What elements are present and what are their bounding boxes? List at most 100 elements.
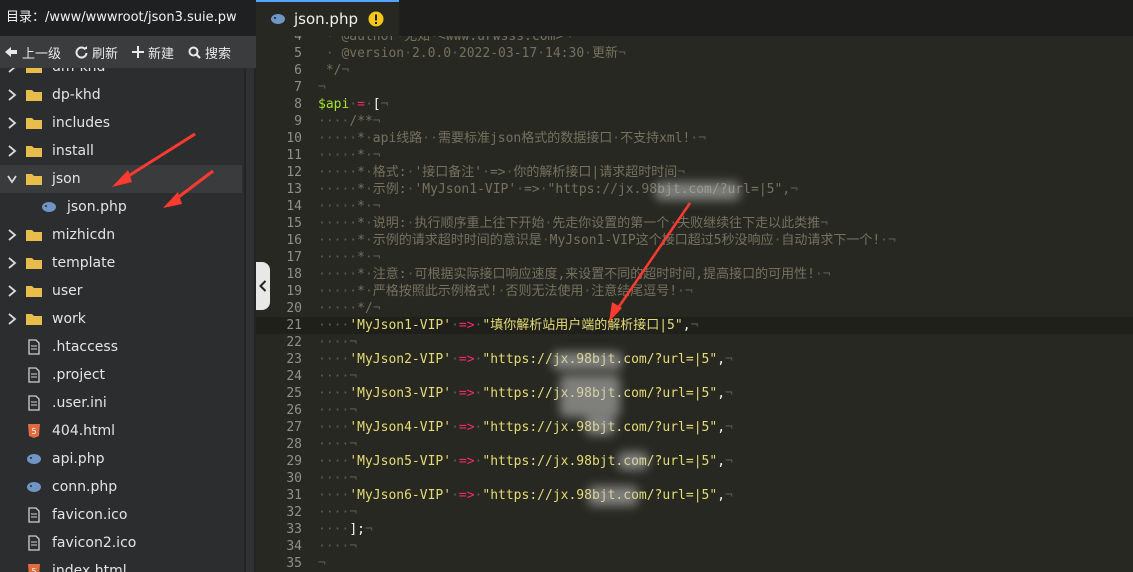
code-line[interactable]: 23 ····'MyJson2-VIP'·=>·"https://jx.98bjt… [256, 351, 1133, 368]
new-button[interactable]: 新建 [132, 43, 174, 62]
folder-icon [26, 286, 42, 297]
code-line[interactable]: 27 ····'MyJson4-VIP'·=>·"https://jx.98bjt… [256, 419, 1133, 436]
tree-folder[interactable]: work [0, 305, 242, 333]
folder-icon [26, 90, 42, 101]
sidebar-scrollbar-thumb[interactable] [246, 68, 254, 572]
code-line[interactable]: 26 ····¬ [256, 402, 1133, 419]
code-line[interactable]: 6 */¬ [256, 62, 1133, 79]
tree-file[interactable]: favicon2.ico [0, 529, 242, 557]
search-button[interactable]: 搜索 [188, 43, 231, 62]
line-number: 16 [286, 233, 302, 248]
tree-item-label: work [52, 311, 86, 327]
php-elephant-icon [271, 14, 285, 24]
code-line[interactable]: 29 ····'MyJson5-VIP'·=>·"https://jx.98bjt… [256, 453, 1133, 470]
collapse-sidebar-button[interactable] [256, 262, 270, 310]
tree-file[interactable]: .user.ini [0, 389, 242, 417]
html5-icon: 5 [28, 564, 40, 572]
code-line[interactable]: 32 ····¬ [256, 504, 1133, 521]
refresh-button[interactable]: 刷新 [75, 43, 118, 62]
tree-folder[interactable]: includes [0, 109, 242, 137]
code-line[interactable]: 18 ·····*·注意:·可根据实际接口响应速度,来设置不同的超时时间,提高接口… [256, 266, 1133, 283]
refresh-label: 刷新 [92, 46, 119, 62]
code-line[interactable]: 17 ·····*·¬ [256, 249, 1133, 266]
tree-file[interactable]: .htaccess [0, 333, 242, 361]
line-number: 29 [286, 454, 302, 469]
tree-item-label: includes [52, 115, 111, 131]
tree-item-label: conn.php [52, 479, 118, 495]
code-line[interactable]: 13 ·····*·示例:·'MyJson1-VIP'·=>·"https://j… [256, 181, 1133, 198]
file-icon [28, 339, 40, 355]
code-line[interactable]: 5 · @version·2.0.0·2022-03-17·14:30·更新¬ [256, 45, 1133, 62]
tree-file[interactable]: conn.php [0, 473, 242, 501]
tree-item-label: json [52, 171, 81, 187]
code-line[interactable]: 30 ····¬ [256, 470, 1133, 487]
line-text: ····¬ [318, 403, 358, 418]
line-text: ·····*·¬ [318, 148, 381, 163]
tree-file[interactable]: api.php [0, 445, 242, 473]
code-line[interactable]: 4 · @author·无知·<www.urwsss.com>¬ [256, 36, 1133, 45]
code-line[interactable]: 35 ¬ [256, 555, 1133, 572]
line-number: 22 [286, 335, 302, 350]
code-line[interactable]: 8 $api·=·[¬ [256, 96, 1133, 113]
tree-file[interactable]: 5 index.html [0, 557, 242, 572]
tree-folder[interactable]: json [0, 165, 242, 193]
folder-icon [26, 68, 42, 73]
code-line[interactable]: 7 ¬ [256, 79, 1133, 96]
up-level-button[interactable]: 上一级 [4, 43, 61, 62]
tree-file[interactable]: 5 404.html [0, 417, 242, 445]
tree-folder[interactable]: mizhicdn [0, 221, 242, 249]
file-toolbar: 上一级 刷新 新建 搜索 [0, 36, 256, 68]
tree-file[interactable]: favicon.ico [0, 501, 242, 529]
code-line[interactable]: 9 ····/**¬ [256, 113, 1133, 130]
tree-item-label: .user.ini [52, 395, 107, 411]
tree-folder[interactable]: user [0, 277, 242, 305]
code-line[interactable]: 28 ····¬ [256, 436, 1133, 453]
code-line[interactable]: 11 ·····*·¬ [256, 147, 1133, 164]
line-number: 35 [286, 556, 302, 571]
code-line[interactable]: 24 ····¬ [256, 368, 1133, 385]
code-line[interactable]: 14 ·····*·¬ [256, 198, 1133, 215]
line-text: ·····*·注意:·可根据实际接口响应速度,来设置不同的超时时间,提高接口的可… [318, 267, 831, 282]
search-label: 搜索 [205, 46, 232, 62]
tree-folder[interactable]: dm-khd [0, 68, 242, 81]
tree-item-label: .project [52, 367, 106, 383]
code-line[interactable]: 19 ·····*·严格按照此示例格式!·否则无法使用·注意结尾逗号!·¬ [256, 283, 1133, 300]
chevron-right-icon [8, 89, 17, 101]
code-line[interactable]: 12 ·····*·格式:·'接口备注'·=>·你的解析接口|请求超时时间¬ [256, 164, 1133, 181]
line-text: ····'MyJson1-VIP'·=>·"填你解析站用户端的解析接口|5",¬ [318, 318, 699, 333]
line-text: ·····*·说明:·执行顺序重上往下开始·先走你设置的第一个·失败继续往下走以… [318, 216, 828, 231]
code-line[interactable]: 20 ·····*/¬ [256, 300, 1133, 317]
tab-json-php[interactable]: json.php [256, 0, 399, 36]
code-line[interactable]: 22 ····¬ [256, 334, 1133, 351]
code-line[interactable]: 16 ·····*·示例的请求超时时间的意识是·MyJson1-VIP这个接口超过… [256, 232, 1133, 249]
tree-folder[interactable]: dp-khd [0, 81, 242, 109]
code-line[interactable]: 31 ····'MyJson6-VIP'·=>·"https://jx.98bjt… [256, 487, 1133, 504]
code-line[interactable]: 15 ·····*·说明:·执行顺序重上往下开始·先走你设置的第一个·失败继续往下… [256, 215, 1133, 232]
line-text: */¬ [318, 63, 350, 78]
code-line[interactable]: 33 ····];¬ [256, 521, 1133, 538]
tree-file[interactable]: .project [0, 361, 242, 389]
sidebar-scrollbar[interactable] [244, 68, 256, 572]
code-line[interactable]: 34 ····¬ [256, 538, 1133, 555]
chevron-right-icon [8, 229, 17, 241]
code-editor: json.php 4 · @author·无知·<www.urwsss.com>… [256, 0, 1133, 572]
svg-text:5: 5 [31, 427, 36, 436]
code-line[interactable]: 21 ····'MyJson1-VIP'·=>·"填你解析站用户端的解析接口|5"… [256, 317, 1133, 334]
tree-folder[interactable]: install [0, 137, 242, 165]
line-number: 7 [294, 80, 302, 95]
line-text: ····'MyJson2-VIP'·=>·"https://jx.98bjt.c… [318, 352, 733, 367]
line-text: ····¬ [318, 505, 358, 520]
code-line[interactable]: 10 ·····*·api线路··需要标准json格式的数据接口·不支持xml!·… [256, 130, 1133, 147]
tree-folder[interactable]: template [0, 249, 242, 277]
tab-bar: json.php [256, 0, 1133, 36]
line-number: 33 [286, 522, 302, 537]
folder-icon [26, 146, 42, 157]
tree-file[interactable]: json.php [0, 193, 242, 221]
code-line[interactable]: 25 ····'MyJson3-VIP'·=>·"https://jx.98bjt… [256, 385, 1133, 402]
line-text: ····'MyJson4-VIP'·=>·"https://jx.98bjt.c… [318, 420, 733, 435]
directory-path: 目录：/www/wwwroot/json3.suie.pw [0, 0, 256, 36]
chevron-right-icon [8, 313, 17, 325]
code-area[interactable]: 4 · @author·无知·<www.urwsss.com>¬ 5 · @ver… [256, 36, 1133, 572]
line-number: 15 [286, 216, 302, 231]
file-icon [28, 507, 40, 523]
